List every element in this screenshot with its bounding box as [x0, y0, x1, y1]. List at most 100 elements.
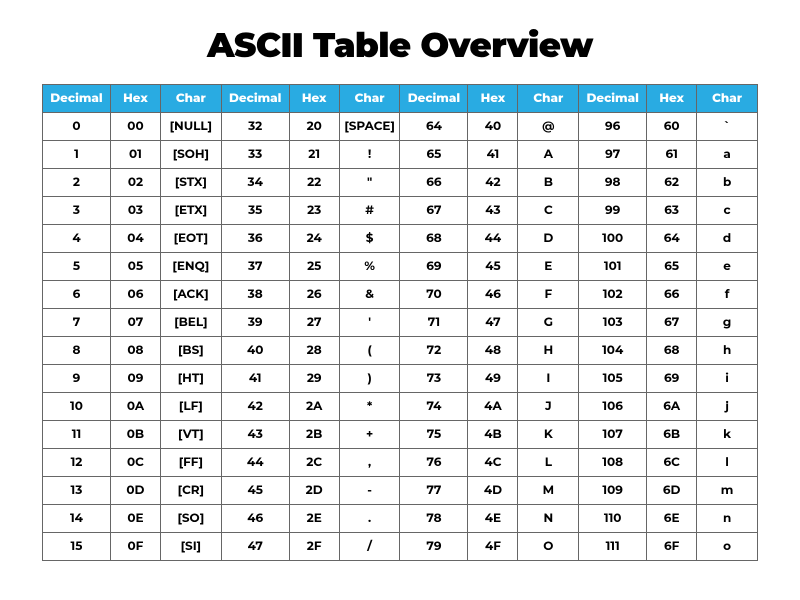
cell-hex: 4F	[468, 533, 518, 561]
cell-char: &	[339, 281, 400, 309]
cell-dec: 38	[221, 281, 289, 309]
cell-char: [CR]	[160, 477, 221, 505]
cell-char: a	[697, 141, 758, 169]
cell-dec: 7	[43, 309, 111, 337]
cell-char: (	[339, 337, 400, 365]
cell-hex: 4A	[468, 393, 518, 421]
cell-hex: 22	[289, 169, 339, 197]
cell-char: C	[518, 197, 579, 225]
table-row: 808[BS]4028(7248H10468h	[43, 337, 758, 365]
cell-char: c	[697, 197, 758, 225]
cell-hex: 68	[647, 337, 697, 365]
cell-char: `	[697, 113, 758, 141]
cell-char: [NULL]	[160, 113, 221, 141]
table-row: 909[HT]4129)7349I10569i	[43, 365, 758, 393]
cell-hex: 2F	[289, 533, 339, 561]
table-row: 100A[LF]422A*744AJ1066Aj	[43, 393, 758, 421]
cell-dec: 4	[43, 225, 111, 253]
table-row: 140E[SO]462E.784EN1106En	[43, 505, 758, 533]
cell-dec: 73	[400, 365, 468, 393]
cell-dec: 69	[400, 253, 468, 281]
col-header-hex: Hex	[647, 85, 697, 113]
cell-hex: 06	[110, 281, 160, 309]
cell-hex: 2D	[289, 477, 339, 505]
cell-hex: 20	[289, 113, 339, 141]
cell-char: G	[518, 309, 579, 337]
cell-char: N	[518, 505, 579, 533]
cell-char: [SPACE]	[339, 113, 400, 141]
cell-char: +	[339, 421, 400, 449]
cell-hex: 69	[647, 365, 697, 393]
page-title: ASCII Table Overview	[42, 24, 758, 66]
cell-char: )	[339, 365, 400, 393]
cell-char: [EOT]	[160, 225, 221, 253]
cell-char: o	[697, 533, 758, 561]
cell-dec: 66	[400, 169, 468, 197]
table-row: 202[STX]3422"6642B9862b	[43, 169, 758, 197]
cell-hex: 6A	[647, 393, 697, 421]
cell-char: "	[339, 169, 400, 197]
cell-dec: 77	[400, 477, 468, 505]
cell-hex: 2C	[289, 449, 339, 477]
cell-dec: 32	[221, 113, 289, 141]
cell-char: j	[697, 393, 758, 421]
cell-hex: 49	[468, 365, 518, 393]
cell-dec: 41	[221, 365, 289, 393]
cell-dec: 33	[221, 141, 289, 169]
cell-char: .	[339, 505, 400, 533]
cell-char: [FF]	[160, 449, 221, 477]
col-header-decimal: Decimal	[43, 85, 111, 113]
cell-hex: 6B	[647, 421, 697, 449]
cell-char: I	[518, 365, 579, 393]
cell-hex: 02	[110, 169, 160, 197]
cell-hex: 45	[468, 253, 518, 281]
cell-dec: 46	[221, 505, 289, 533]
cell-dec: 6	[43, 281, 111, 309]
cell-char: [STX]	[160, 169, 221, 197]
cell-dec: 34	[221, 169, 289, 197]
cell-hex: 04	[110, 225, 160, 253]
cell-dec: 96	[579, 113, 647, 141]
col-header-hex: Hex	[289, 85, 339, 113]
cell-char: [SI]	[160, 533, 221, 561]
cell-dec: 98	[579, 169, 647, 197]
cell-dec: 42	[221, 393, 289, 421]
cell-hex: 27	[289, 309, 339, 337]
cell-char: #	[339, 197, 400, 225]
cell-dec: 71	[400, 309, 468, 337]
cell-hex: 40	[468, 113, 518, 141]
cell-dec: 110	[579, 505, 647, 533]
cell-hex: 46	[468, 281, 518, 309]
cell-hex: 05	[110, 253, 160, 281]
cell-dec: 65	[400, 141, 468, 169]
col-header-decimal: Decimal	[221, 85, 289, 113]
table-row: 606[ACK]3826&7046F10266f	[43, 281, 758, 309]
table-row: 130D[CR]452D-774DM1096Dm	[43, 477, 758, 505]
cell-hex: 62	[647, 169, 697, 197]
cell-hex: 60	[647, 113, 697, 141]
cell-dec: 0	[43, 113, 111, 141]
cell-dec: 101	[579, 253, 647, 281]
table-row: 303[ETX]3523#6743C9963c	[43, 197, 758, 225]
cell-dec: 37	[221, 253, 289, 281]
cell-hex: 43	[468, 197, 518, 225]
cell-hex: 2E	[289, 505, 339, 533]
cell-dec: 9	[43, 365, 111, 393]
cell-char: -	[339, 477, 400, 505]
cell-hex: 09	[110, 365, 160, 393]
cell-hex: 00	[110, 113, 160, 141]
cell-hex: 41	[468, 141, 518, 169]
cell-char: [ETX]	[160, 197, 221, 225]
cell-hex: 25	[289, 253, 339, 281]
cell-char: $	[339, 225, 400, 253]
cell-dec: 3	[43, 197, 111, 225]
cell-hex: 29	[289, 365, 339, 393]
cell-dec: 104	[579, 337, 647, 365]
cell-hex: 67	[647, 309, 697, 337]
cell-hex: 44	[468, 225, 518, 253]
col-header-char: Char	[160, 85, 221, 113]
cell-char: M	[518, 477, 579, 505]
cell-hex: 0D	[110, 477, 160, 505]
cell-hex: 6F	[647, 533, 697, 561]
cell-char: K	[518, 421, 579, 449]
